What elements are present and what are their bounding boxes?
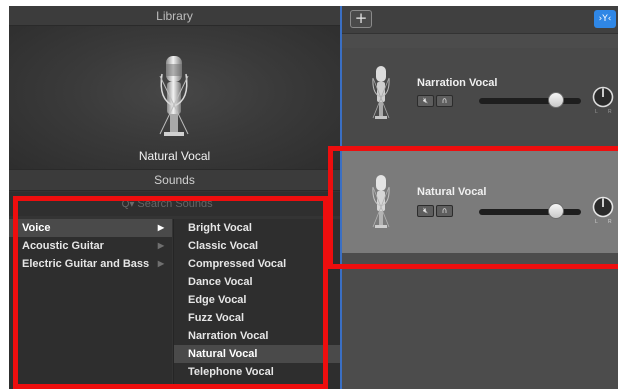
headphones-icon: ∩ — [441, 206, 448, 215]
category-item-voice[interactable]: Voice ▶ — [9, 219, 172, 237]
sound-search: Q▾ — [9, 192, 340, 216]
track-buttons: 🔇︎ ∩ — [417, 95, 453, 107]
category-item-acoustic-guitar[interactable]: Acoustic Guitar ▶ — [9, 237, 172, 255]
mute-button[interactable]: 🔇︎ — [417, 205, 434, 217]
speaker-mute-icon: 🔇︎ — [422, 96, 429, 105]
sounds-title: Sounds — [154, 173, 195, 187]
volume-thumb[interactable] — [548, 92, 564, 108]
library-header: Library — [9, 6, 340, 26]
track-name: Narration Vocal — [417, 77, 498, 89]
preset-item[interactable]: Narration Vocal — [174, 327, 340, 345]
svg-text:L: L — [595, 109, 598, 114]
svg-text:R: R — [608, 109, 612, 114]
preset-item[interactable]: Telephone Vocal — [174, 363, 340, 381]
library-panel: Library Natural Vocal Sounds Q▾ Voice — [9, 6, 340, 389]
svg-text:R: R — [608, 219, 612, 224]
track-header-narration-vocal[interactable]: Narration Vocal 🔇︎ ∩ L R — [342, 48, 618, 150]
volume-slider[interactable] — [479, 203, 581, 219]
volume-track — [479, 209, 581, 215]
volume-slider[interactable] — [479, 92, 581, 108]
volume-thumb[interactable] — [548, 203, 564, 219]
volume-track — [479, 98, 581, 104]
pan-knob[interactable]: L R — [592, 86, 614, 114]
category-label: Acoustic Guitar — [22, 240, 104, 252]
search-input[interactable] — [137, 198, 228, 210]
preset-item[interactable]: Fuzz Vocal — [174, 309, 340, 327]
speaker-mute-icon: 🔇︎ — [422, 206, 429, 215]
category-label: Voice — [22, 222, 51, 234]
preset-item[interactable]: Bright Vocal — [174, 219, 340, 237]
mute-button[interactable]: 🔇︎ — [417, 95, 434, 107]
track-buttons: 🔇︎ ∩ — [417, 205, 453, 217]
smart-controls-icon: ›Y‹ — [598, 14, 612, 24]
preset-item-selected[interactable]: Natural Vocal — [174, 345, 340, 363]
add-track-button[interactable]: + — [350, 10, 372, 28]
headphones-icon: ∩ — [441, 96, 448, 105]
category-label: Electric Guitar and Bass — [22, 258, 150, 270]
library-patch-preview: Natural Vocal — [9, 26, 340, 173]
library-patch-name: Natural Vocal — [138, 149, 211, 163]
solo-button[interactable]: ∩ — [436, 95, 453, 107]
library-title: Library — [156, 8, 193, 23]
preset-item[interactable]: Classic Vocal — [174, 237, 340, 255]
category-list: Voice ▶ Acoustic Guitar ▶ Electric Guita… — [9, 219, 172, 389]
pan-knob[interactable]: L R — [592, 196, 614, 224]
chevron-right-icon: ▶ — [157, 223, 164, 232]
track-header-natural-vocal[interactable]: Natural Vocal 🔇︎ ∩ L R — [342, 151, 618, 253]
microphone-icon — [159, 56, 189, 136]
microphone-icon — [372, 66, 390, 119]
svg-text:L: L — [595, 219, 598, 224]
category-item-electric-guitar-and-bass[interactable]: Electric Guitar and Bass ▶ — [9, 255, 172, 273]
preset-list: Bright Vocal Classic Vocal Compressed Vo… — [173, 219, 340, 389]
search-icon: Q▾ — [121, 198, 135, 210]
chevron-right-icon: ▶ — [157, 259, 164, 268]
sounds-header: Sounds — [9, 169, 340, 191]
track-name: Natural Vocal — [417, 186, 487, 198]
preset-item[interactable]: Edge Vocal — [174, 291, 340, 309]
preset-item[interactable]: Dance Vocal — [174, 273, 340, 291]
preset-item[interactable]: Compressed Vocal — [174, 255, 340, 273]
tracks-toolbar: + ›Y‹ — [342, 6, 618, 34]
microphone-icon — [372, 175, 390, 228]
chevron-right-icon: ▶ — [157, 241, 164, 250]
tracks-area: + ›Y‹ Narration Vocal 🔇︎ ∩ L R Natural V… — [340, 6, 618, 389]
smart-controls-button[interactable]: ›Y‹ — [594, 10, 616, 28]
solo-button[interactable]: ∩ — [436, 205, 453, 217]
